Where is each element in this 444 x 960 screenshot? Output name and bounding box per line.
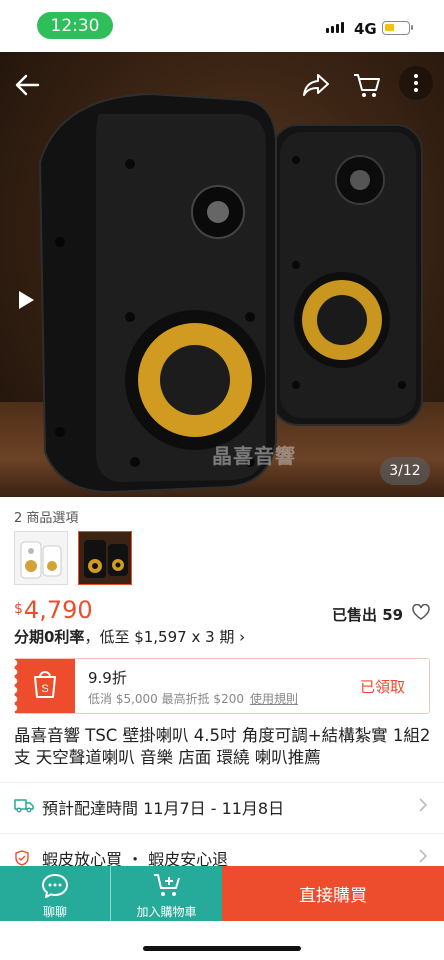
battery-icon	[382, 21, 413, 35]
price-currency: $	[14, 601, 23, 617]
installment-highlight: 分期0利率	[14, 628, 85, 646]
voucher-claimed-status[interactable]: 已領取	[360, 676, 405, 697]
add-cart-icon	[152, 872, 182, 904]
chat-button[interactable]: 聊聊	[0, 866, 110, 921]
play-video-icon[interactable]	[17, 290, 35, 314]
price: $4,790	[14, 596, 93, 624]
status-bar: 12:30 4G	[0, 0, 444, 52]
options-label: 2 商品選項	[14, 511, 79, 526]
home-indicator[interactable]	[143, 946, 301, 951]
network-type: 4G	[354, 20, 377, 38]
price-amount: 4,790	[23, 596, 93, 624]
svg-text:S: S	[41, 683, 48, 695]
chevron-right-icon	[418, 848, 428, 868]
bottom-action-bar: 聊聊 加入購物車 直接購買	[0, 866, 444, 921]
status-time: 12:30	[37, 12, 113, 39]
speakers-illustration	[38, 92, 423, 494]
add-to-cart-button[interactable]: 加入購物車	[110, 866, 222, 921]
chat-label: 聊聊	[42, 905, 67, 919]
shipping-row[interactable]: 預計配達時間 11月7日 - 11月8日	[0, 782, 444, 826]
more-options-icon[interactable]	[399, 66, 433, 100]
favorite-heart-icon[interactable]	[412, 603, 430, 624]
truck-icon	[14, 797, 34, 817]
option-thumbnail-black[interactable]	[78, 531, 132, 585]
sold-count: 已售出 59	[332, 606, 404, 624]
product-title: 晶喜音響 TSC 壁掛喇叭 4.5吋 角度可調+結構紮實 1組2支 天空聲道喇叭…	[14, 726, 431, 767]
voucher-title: 9.9折	[88, 669, 127, 687]
buy-now-button[interactable]: 直接購買	[222, 866, 444, 921]
chevron-right-icon	[418, 797, 428, 817]
add-to-cart-label: 加入購物車	[136, 905, 197, 919]
voucher-card[interactable]: S 9.9折 低消 $5,000 最高折抵 $200 使用規則 已領取	[14, 658, 430, 714]
shopee-bag-icon: S	[34, 671, 56, 698]
cart-icon[interactable]	[352, 70, 382, 104]
image-counter: 3/12	[380, 457, 430, 485]
voucher-rules-link[interactable]: 使用規則	[250, 692, 298, 706]
chat-bubble-icon	[40, 872, 70, 904]
share-icon[interactable]	[302, 72, 330, 102]
product-image-gallery[interactable]: 晶喜音響 3/12	[0, 52, 444, 497]
image-watermark: 晶喜音響	[212, 444, 296, 468]
back-arrow-icon[interactable]	[14, 72, 40, 102]
option-thumbnail-white[interactable]	[14, 531, 68, 585]
voucher-badge: S	[14, 659, 75, 713]
voucher-condition: 低消 $5,000 最高折抵 $200	[88, 692, 244, 706]
installment-detail: ，低至 $1,597 x 3 期 ›	[84, 628, 246, 646]
signal-icon	[326, 22, 344, 33]
shipping-label: 預計配達時間 11月7日 - 11月8日	[42, 799, 285, 818]
voucher-condition-line: 低消 $5,000 最高折抵 $200 使用規則	[88, 690, 298, 707]
installment-info[interactable]: 分期0利率，低至 $1,597 x 3 期 ›	[14, 626, 245, 647]
